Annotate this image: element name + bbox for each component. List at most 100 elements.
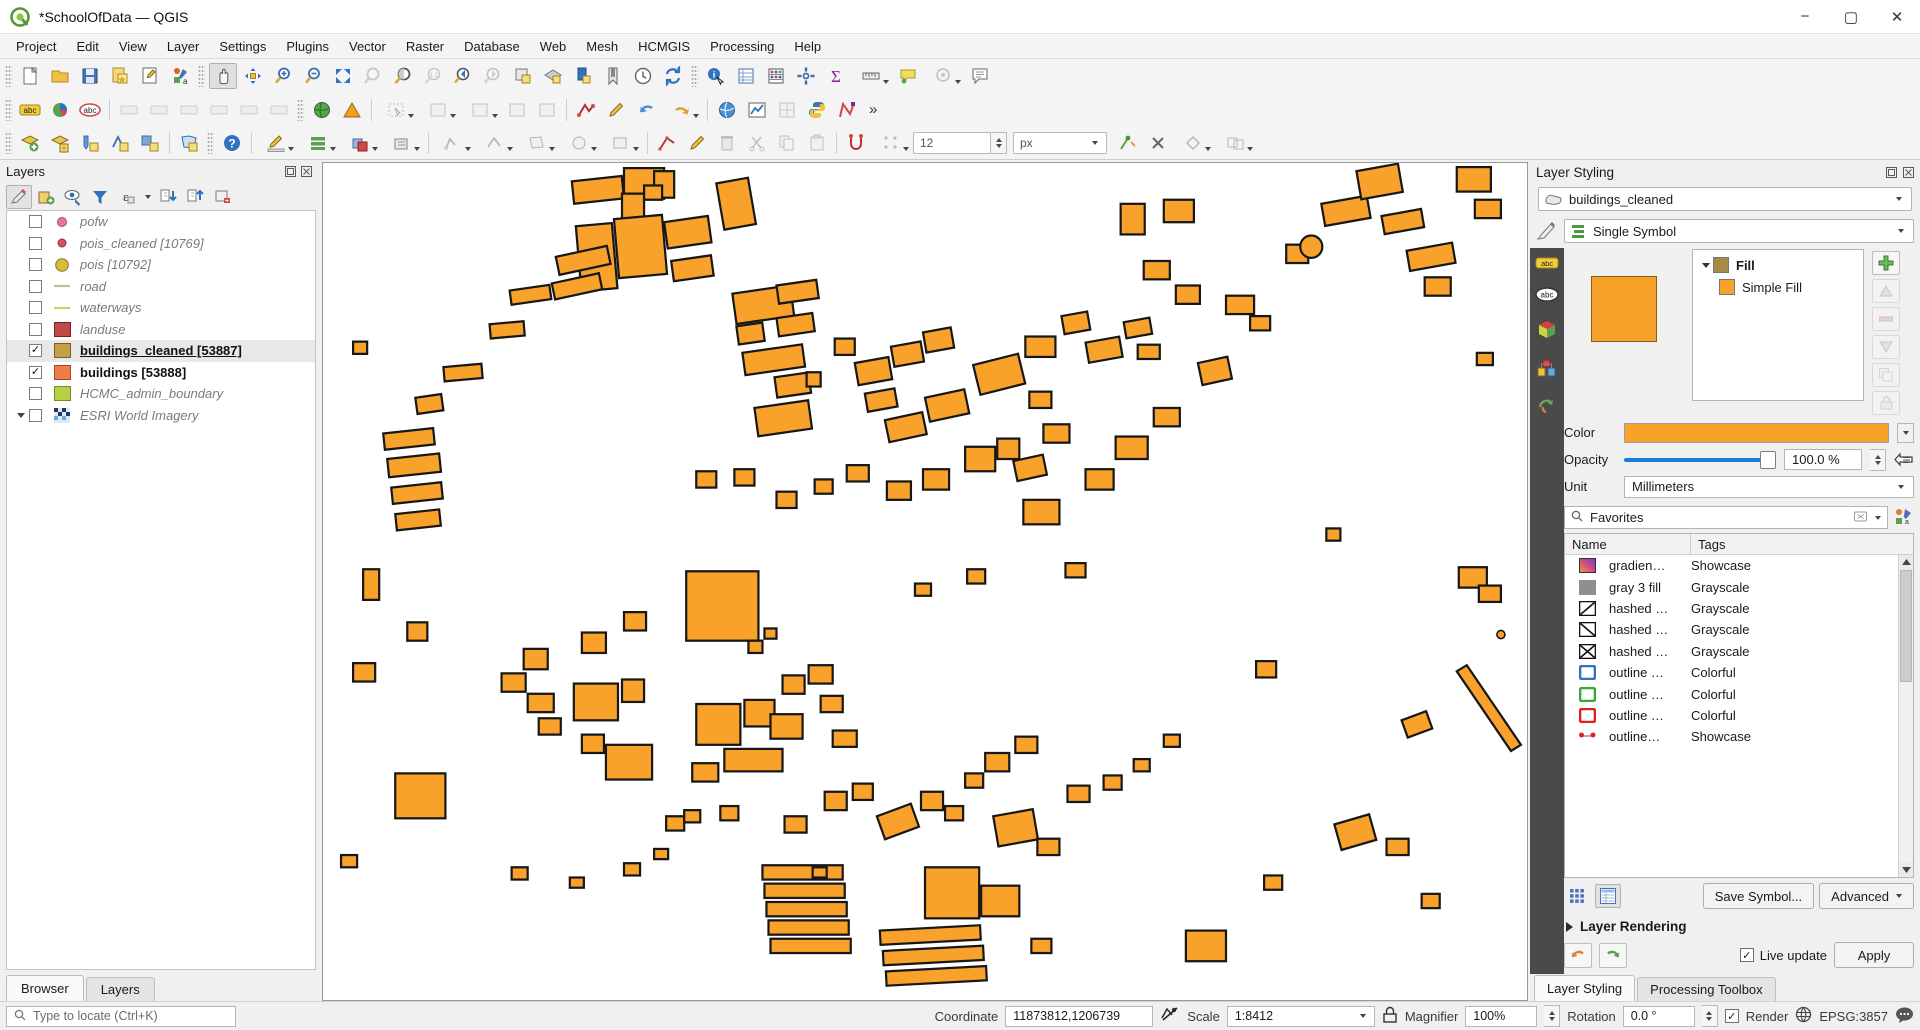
color-swatch-button[interactable] — [1624, 422, 1889, 443]
python-console-icon[interactable] — [803, 97, 831, 123]
layer-selector-combo[interactable]: buildings_cleaned — [1538, 187, 1912, 211]
map-tips-icon[interactable] — [894, 63, 922, 89]
scroll-up-icon[interactable] — [1899, 555, 1913, 570]
undo-button[interactable] — [1564, 942, 1592, 968]
toggle-extents-icon[interactable] — [1160, 1006, 1180, 1026]
history-icon[interactable] — [1536, 395, 1558, 418]
crs-label[interactable]: EPSG:3857 — [1819, 1009, 1888, 1024]
copy-features-icon[interactable] — [773, 130, 801, 156]
table-row[interactable]: gray 3 fill Grayscale — [1565, 576, 1898, 597]
manage-map-themes-button[interactable] — [60, 185, 86, 209]
magnifier-stepper[interactable] — [1544, 1005, 1561, 1027]
add-polygon-layer-icon[interactable] — [136, 130, 164, 156]
zoom-native-icon[interactable]: 1:1 — [419, 63, 447, 89]
table-row[interactable]: outline… Showcase — [1565, 726, 1898, 747]
chevron-down-icon[interactable] — [591, 146, 597, 151]
minimize-button[interactable]: − — [1782, 0, 1828, 34]
chevron-down-icon[interactable] — [465, 146, 471, 151]
lock-symbol-button[interactable] — [1872, 391, 1900, 415]
chevron-down-icon[interactable] — [408, 113, 414, 118]
new-print-layout-icon[interactable] — [136, 63, 164, 89]
digitize-icon[interactable] — [572, 97, 600, 123]
menu-vector[interactable]: Vector — [339, 36, 396, 57]
color-dropdown-button[interactable] — [1897, 422, 1914, 443]
zoom-next-icon[interactable] — [479, 63, 507, 89]
statistics-icon[interactable] — [762, 63, 790, 89]
opacity-value-input[interactable]: 100.0 % — [1784, 449, 1862, 470]
layer-row-buildings-cleaned[interactable]: ✓ buildings_cleaned [53887] — [7, 340, 315, 362]
symbol-tree-row-simple-fill[interactable]: Simple Fill — [1693, 276, 1863, 298]
renderer-combo[interactable]: Single Symbol — [1564, 219, 1914, 243]
duplicate-symbol-button[interactable] — [1872, 363, 1900, 387]
layer-visibility-checkbox[interactable] — [29, 236, 42, 250]
processing-icon[interactable] — [792, 63, 820, 89]
select-by-expression-icon[interactable] — [461, 97, 501, 123]
add-vector-layer-icon[interactable] — [46, 130, 74, 156]
move-label-icon[interactable] — [205, 97, 233, 123]
zoom-out-icon[interactable] — [299, 63, 327, 89]
chevron-down-icon[interactable] — [903, 146, 909, 151]
layer-expander[interactable] — [13, 411, 29, 420]
layer-diagram-icon[interactable] — [46, 97, 74, 123]
vertex-tool-icon[interactable] — [653, 130, 681, 156]
symbol-table-scrollbar[interactable] — [1898, 555, 1913, 877]
chevron-down-icon[interactable] — [288, 146, 294, 151]
apply-button[interactable]: Apply — [1834, 942, 1914, 968]
menu-view[interactable]: View — [109, 36, 157, 57]
chevron-down-icon[interactable] — [883, 80, 889, 84]
zoom-last-icon[interactable] — [449, 63, 477, 89]
topological-editing-icon[interactable] — [1174, 130, 1214, 156]
avoid-overlap-icon[interactable] — [1216, 130, 1256, 156]
dock-float-icon[interactable] — [285, 166, 296, 177]
layer-tree[interactable]: pofw pois_cleaned [10769] pois [10792] r… — [6, 210, 316, 970]
map-canvas[interactable] — [322, 162, 1528, 1001]
masks-icon[interactable]: abc — [1535, 287, 1559, 305]
menu-project[interactable]: Project — [6, 36, 66, 57]
snapping-units-select[interactable]: px — [1013, 131, 1107, 154]
toolbar-overflow-button[interactable]: » — [862, 101, 884, 118]
cut-features-icon[interactable] — [743, 130, 771, 156]
close-x-icon[interactable] — [1144, 130, 1172, 156]
plot-chart-icon[interactable] — [743, 97, 771, 123]
symbol-tree-row-fill[interactable]: Fill — [1693, 254, 1863, 276]
enable-tracing-icon[interactable] — [1114, 130, 1142, 156]
table-row[interactable]: hashed … Grayscale — [1565, 598, 1898, 619]
chevron-down-icon[interactable] — [633, 146, 639, 151]
scroll-down-icon[interactable] — [1899, 862, 1913, 877]
snapping-toggle-icon[interactable] — [842, 130, 870, 156]
georeferencer-icon[interactable] — [773, 97, 801, 123]
move-symbol-up-button[interactable] — [1872, 279, 1900, 303]
add-mesh-layer-icon[interactable] — [175, 130, 203, 156]
list-view-button[interactable] — [1595, 884, 1621, 908]
open-attribute-table-icon[interactable] — [732, 63, 760, 89]
maximize-button[interactable]: ▢ — [1828, 0, 1874, 34]
layer-row-waterways[interactable]: waterways — [7, 297, 315, 319]
new-layout-3d-icon[interactable] — [569, 63, 597, 89]
new-map-view-icon[interactable] — [509, 63, 537, 89]
rotation-value[interactable]: 0.0 ° — [1622, 1005, 1695, 1027]
world-globe-icon[interactable] — [713, 97, 741, 123]
add-feature-line-icon[interactable] — [476, 130, 516, 156]
dock-close-icon[interactable] — [301, 166, 312, 177]
collapse-all-button[interactable] — [183, 185, 209, 209]
add-symbol-layer-button[interactable] — [1872, 251, 1900, 275]
save-project-as-icon[interactable] — [106, 63, 134, 89]
redo-icon[interactable] — [662, 97, 702, 123]
expander-icon[interactable] — [1699, 261, 1713, 270]
layer-row-pofw[interactable]: pofw — [7, 211, 315, 233]
rotate-label-icon[interactable] — [235, 97, 263, 123]
scrollbar-thumb[interactable] — [1900, 570, 1912, 682]
new-3d-map-view-icon[interactable] — [539, 63, 567, 89]
layer-visibility-checkbox[interactable]: ✓ — [29, 365, 42, 379]
magnifier-value[interactable]: 100% — [1465, 1005, 1538, 1027]
live-update-control[interactable]: ✓ Live update — [1739, 948, 1827, 963]
data-defined-override-icon[interactable] — [1894, 451, 1914, 468]
zoom-to-selection-icon[interactable] — [359, 63, 387, 89]
layer-row-landuse[interactable]: landuse — [7, 319, 315, 341]
opacity-stepper[interactable] — [1870, 448, 1886, 471]
menu-raster[interactable]: Raster — [396, 36, 454, 57]
save-project-icon[interactable] — [76, 63, 104, 89]
chevron-down-icon[interactable] — [1875, 515, 1881, 520]
highlight-pinned-labels-icon[interactable] — [115, 97, 143, 123]
tab-browser[interactable]: Browser — [6, 975, 84, 1001]
